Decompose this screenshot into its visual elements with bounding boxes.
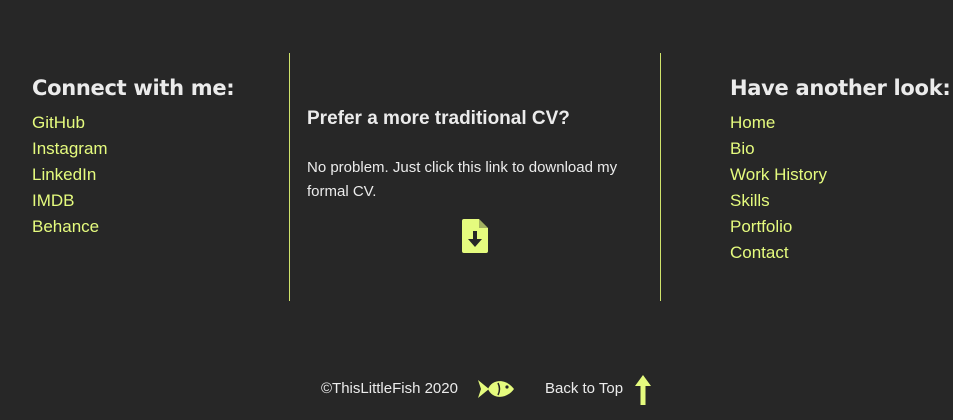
nav-link-bio[interactable]: Bio xyxy=(730,136,953,162)
social-link-imdb[interactable]: IMDB xyxy=(32,188,282,214)
download-cv-button[interactable] xyxy=(462,219,488,253)
connect-section: Connect with me: GitHub Instagram Linked… xyxy=(32,76,282,240)
bottom-bar: ©ThisLittleFish 2020 Back to Top xyxy=(0,372,953,408)
back-to-top-button[interactable]: Back to Top xyxy=(545,374,657,406)
social-links-list: GitHub Instagram LinkedIn IMDB Behance xyxy=(32,110,282,240)
fish-icon xyxy=(478,380,514,398)
nav-link-portfolio[interactable]: Portfolio xyxy=(730,214,953,240)
file-download-icon xyxy=(462,219,488,253)
divider-right xyxy=(660,53,661,301)
nav-link-work-history[interactable]: Work History xyxy=(730,162,953,188)
social-link-github[interactable]: GitHub xyxy=(32,110,282,136)
nav-link-home[interactable]: Home xyxy=(730,110,953,136)
cv-title: Prefer a more traditional CV? xyxy=(307,108,570,129)
social-link-linkedin[interactable]: LinkedIn xyxy=(32,162,282,188)
back-to-top-label: Back to Top xyxy=(545,380,624,397)
site-footer: Connect with me: GitHub Instagram Linked… xyxy=(0,0,953,420)
arrow-up-icon xyxy=(635,375,651,405)
connect-heading: Connect with me: xyxy=(32,76,235,100)
cv-description: No problem. Just click this link to down… xyxy=(307,159,618,200)
navigation-heading: Have another look: xyxy=(730,76,951,100)
divider-left xyxy=(289,53,290,301)
nav-links-list: Home Bio Work History Skills Portfolio C… xyxy=(730,110,953,266)
cv-section: Prefer a more traditional CV? No problem… xyxy=(307,108,647,204)
copyright-text: ©ThisLittleFish 2020 xyxy=(321,380,458,397)
nav-link-contact[interactable]: Contact xyxy=(730,240,953,266)
social-link-instagram[interactable]: Instagram xyxy=(32,136,282,162)
navigation-section: Have another look: Home Bio Work History… xyxy=(730,76,953,266)
nav-link-skills[interactable]: Skills xyxy=(730,188,953,214)
social-link-behance[interactable]: Behance xyxy=(32,214,282,240)
